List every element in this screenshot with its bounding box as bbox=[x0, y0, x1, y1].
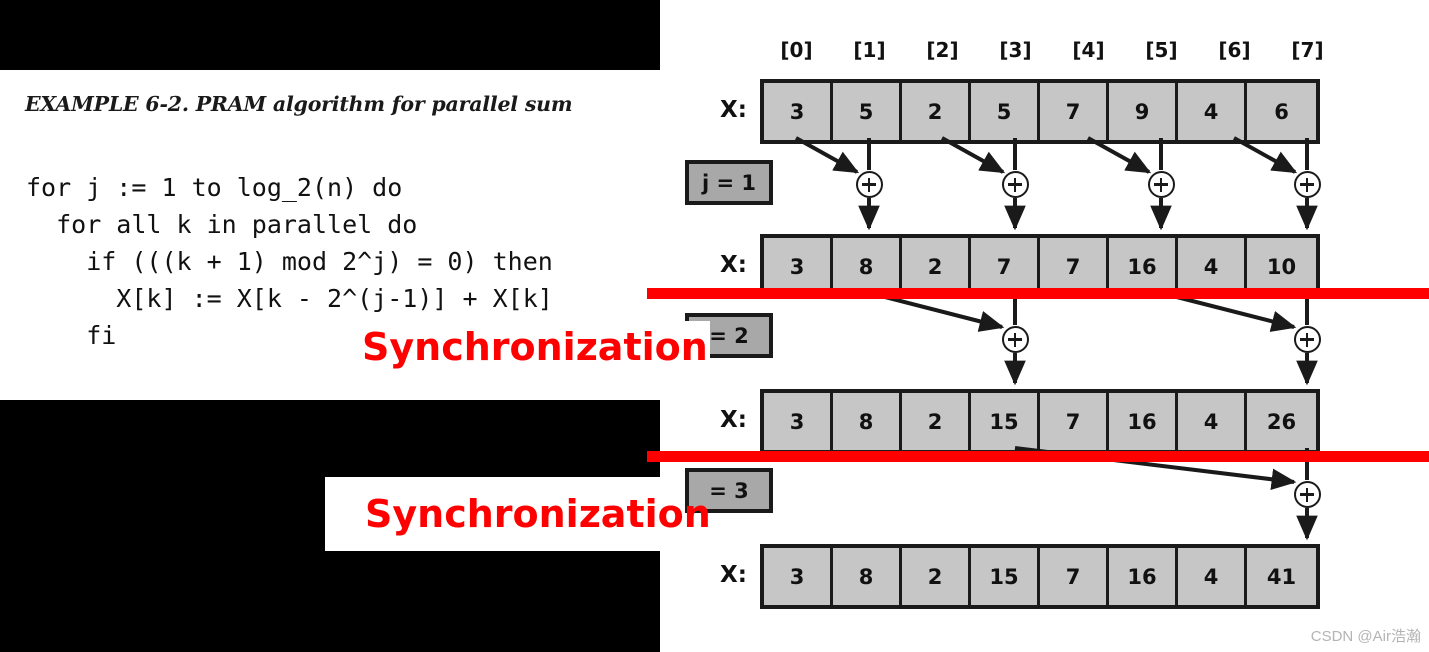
index-label-5: [5] bbox=[1145, 38, 1178, 62]
index-label-6: [6] bbox=[1218, 38, 1251, 62]
cell-s0-4: 7 bbox=[1040, 83, 1109, 140]
cell-s3-6: 4 bbox=[1178, 548, 1247, 605]
row-label-3: X: bbox=[720, 562, 747, 588]
cell-s3-1: 8 bbox=[833, 548, 902, 605]
cell-s0-5: 9 bbox=[1109, 83, 1178, 140]
array-row-step2: 3 8 2 15 7 16 4 26 bbox=[760, 389, 1320, 454]
plus-node-s1-5 bbox=[1148, 171, 1175, 198]
synchronization-callout-1: Synchronization bbox=[330, 321, 710, 373]
cell-s1-3: 7 bbox=[971, 238, 1040, 295]
plus-node-s2-3 bbox=[1002, 326, 1029, 353]
index-label-1: [1] bbox=[853, 38, 886, 62]
example-title: EXAMPLE 6-2. PRAM algorithm for parallel… bbox=[25, 92, 573, 116]
pram-sum-diagram: [0] [1] [2] [3] [4] [5] [6] [7] X: 3 5 2… bbox=[660, 0, 1429, 652]
cell-s3-5: 16 bbox=[1109, 548, 1178, 605]
row-label-0: X: bbox=[720, 97, 747, 123]
cell-s1-4: 7 bbox=[1040, 238, 1109, 295]
cell-s1-7: 10 bbox=[1247, 238, 1316, 295]
index-label-4: [4] bbox=[1072, 38, 1105, 62]
cell-s0-2: 2 bbox=[902, 83, 971, 140]
plus-node-s1-3 bbox=[1002, 171, 1029, 198]
synchronization-label-2: Synchronization bbox=[365, 492, 711, 536]
cell-s2-1: 8 bbox=[833, 393, 902, 450]
cell-s1-0: 3 bbox=[764, 238, 833, 295]
cell-s0-1: 5 bbox=[833, 83, 902, 140]
cell-s2-7: 26 bbox=[1247, 393, 1316, 450]
array-row-step0: 3 5 2 5 7 9 4 6 bbox=[760, 79, 1320, 144]
cell-s3-2: 2 bbox=[902, 548, 971, 605]
plus-node-s3-7 bbox=[1294, 481, 1321, 508]
synchronization-rule-1 bbox=[647, 288, 1429, 299]
row-label-2: X: bbox=[720, 407, 747, 433]
synchronization-rule-2 bbox=[647, 451, 1429, 462]
synchronization-label-1: Synchronization bbox=[362, 325, 708, 369]
index-label-7: [7] bbox=[1291, 38, 1324, 62]
cell-s1-6: 4 bbox=[1178, 238, 1247, 295]
cell-s2-0: 3 bbox=[764, 393, 833, 450]
plus-node-s1-7 bbox=[1294, 171, 1321, 198]
cell-s2-5: 16 bbox=[1109, 393, 1178, 450]
plus-node-s2-7 bbox=[1294, 326, 1321, 353]
plus-node-s1-1 bbox=[856, 171, 883, 198]
cell-s2-2: 2 bbox=[902, 393, 971, 450]
cell-s1-1: 8 bbox=[833, 238, 902, 295]
black-band-top bbox=[0, 0, 660, 70]
cell-s0-0: 3 bbox=[764, 83, 833, 140]
j-label-box-1: j = 1 bbox=[685, 160, 773, 205]
cell-s0-6: 4 bbox=[1178, 83, 1247, 140]
cell-s3-7: 41 bbox=[1247, 548, 1316, 605]
slide-canvas: EXAMPLE 6-2. PRAM algorithm for parallel… bbox=[0, 0, 1429, 652]
row-label-1: X: bbox=[720, 252, 747, 278]
cell-s2-4: 7 bbox=[1040, 393, 1109, 450]
array-row-step3: 3 8 2 15 7 16 4 41 bbox=[760, 544, 1320, 609]
index-label-2: [2] bbox=[926, 38, 959, 62]
cell-s3-4: 7 bbox=[1040, 548, 1109, 605]
index-label-0: [0] bbox=[780, 38, 813, 62]
cell-s1-2: 2 bbox=[902, 238, 971, 295]
cell-s0-3: 5 bbox=[971, 83, 1040, 140]
cell-s1-5: 16 bbox=[1109, 238, 1178, 295]
index-label-3: [3] bbox=[999, 38, 1032, 62]
csdn-watermark: CSDN @Air浩瀚 bbox=[1310, 628, 1421, 645]
cell-s3-0: 3 bbox=[764, 548, 833, 605]
cell-s2-3: 15 bbox=[971, 393, 1040, 450]
cell-s3-3: 15 bbox=[971, 548, 1040, 605]
synchronization-callout-2: Synchronization bbox=[325, 477, 711, 551]
cell-s0-7: 6 bbox=[1247, 83, 1316, 140]
cell-s2-6: 4 bbox=[1178, 393, 1247, 450]
